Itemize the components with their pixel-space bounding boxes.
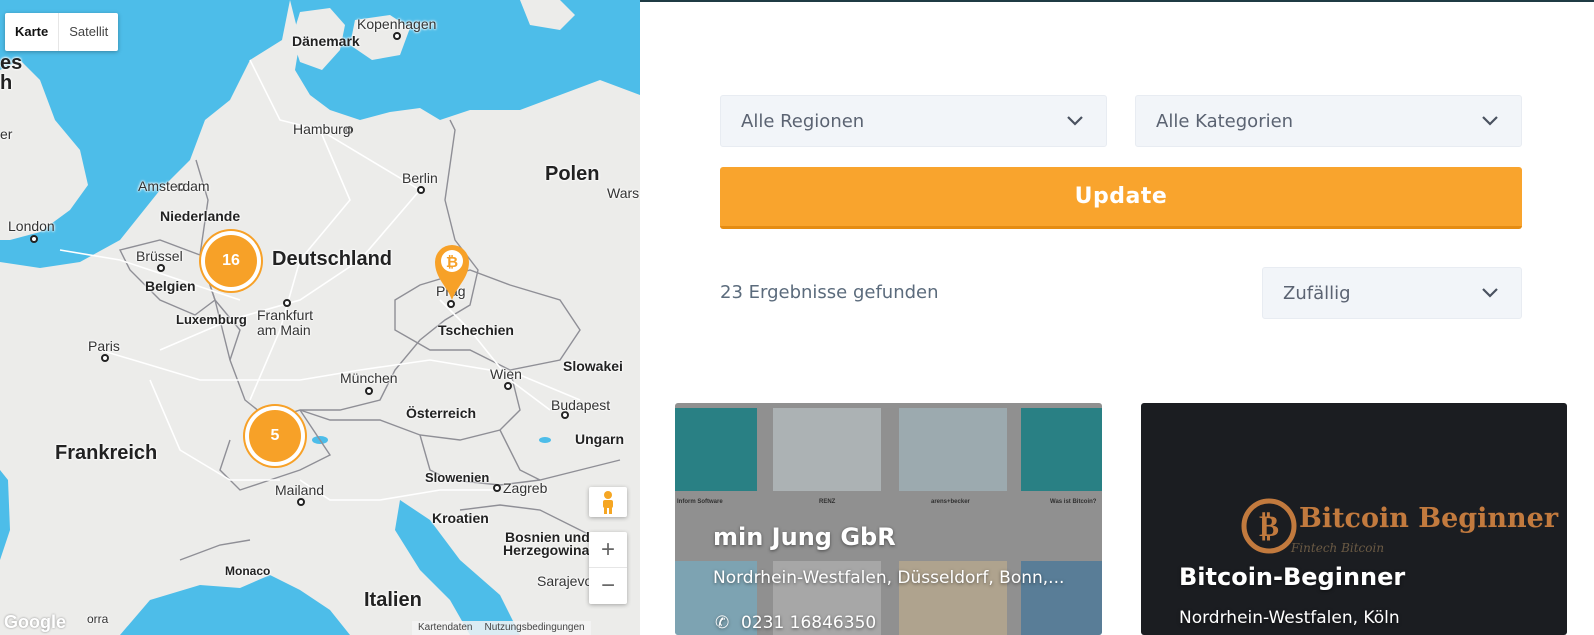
city-dot	[417, 186, 425, 194]
chevron-down-icon	[1482, 116, 1498, 126]
map-label-frankreich: Frankreich	[55, 442, 158, 464]
map-label-sarajevo: Sarajevo	[537, 573, 593, 589]
map-label-deutschland: Deutschland	[272, 248, 393, 270]
google-logo: Google	[4, 612, 66, 632]
map-label-amsterdam: Amsterdam	[138, 178, 210, 194]
map-label-kopenhagen: Kopenhagen	[357, 16, 437, 32]
map-label-oesterreich: Österreich	[406, 405, 477, 421]
svg-text:₿: ₿	[1259, 509, 1279, 544]
zoom-in-button[interactable]: +	[589, 532, 627, 568]
map-label-zagreb: Zagreb	[503, 480, 548, 496]
map-data-link[interactable]: Kartendaten	[418, 621, 473, 635]
map-label-frankfurt: am Main	[257, 322, 311, 338]
top-divider	[640, 0, 1594, 2]
sort-select-value: Zufällig	[1283, 283, 1351, 304]
map-label-belgien: Belgien	[145, 278, 196, 294]
listing-location: Nordrhein-Westfalen, Köln	[1179, 608, 1400, 628]
map-label-budapest: Budapest	[551, 397, 611, 413]
results-count: 23 Ergebnisse gefunden	[720, 282, 939, 303]
map-label-niederlande: Niederlande	[160, 208, 241, 224]
bitcoin-pin-icon[interactable]: ₿	[433, 242, 471, 302]
city-dot	[297, 498, 305, 506]
brand-logo-text: Bitcoin Beginner	[1299, 503, 1559, 534]
region-select-value: Alle Regionen	[741, 111, 865, 132]
map-cluster-marker[interactable]: 16	[205, 235, 257, 287]
map-label-daenemark: Dänemark	[292, 33, 360, 49]
map-label-paris: Paris	[88, 338, 120, 354]
phone-icon: ✆	[715, 613, 730, 633]
update-button[interactable]: Update	[720, 167, 1522, 229]
map-label-bruessel: Brüssel	[136, 248, 183, 264]
city-dot	[365, 387, 373, 395]
listing-title[interactable]: Bitcoin-Beginner	[1179, 563, 1405, 591]
category-select-value: Alle Kategorien	[1156, 111, 1294, 132]
zoom-control: + −	[589, 532, 627, 604]
region-select[interactable]: Alle Regionen	[720, 95, 1107, 147]
map-label-monaco: Monaco	[225, 564, 271, 578]
map-label-mailand: Mailand	[275, 482, 325, 498]
map-label-luxemburg: Luxemburg	[176, 312, 247, 327]
city-dot	[393, 32, 401, 40]
map-label-tschechien: Tschechien	[438, 322, 514, 338]
listing-panel: Alle Regionen Alle Kategorien Update 23 …	[640, 0, 1594, 635]
map[interactable]: Karte Satellit es h er Dänemark Polen De…	[0, 0, 640, 635]
sort-select[interactable]: Zufällig	[1262, 267, 1522, 319]
listing-phone[interactable]: 0231 16846350	[741, 613, 876, 633]
city-dot	[30, 235, 38, 243]
brand-logo-subtext: Fintech Bitcoin	[1291, 541, 1385, 555]
map-type-satellit-button[interactable]: Satellit	[59, 13, 118, 51]
map-label-partial: orra	[87, 612, 109, 626]
listing-card[interactable]: ₿ Bitcoin Beginner Fintech Bitcoin Bitco…	[1141, 403, 1567, 635]
map-label-italien: Italien	[364, 589, 422, 611]
listing-location: Nordrhein-Westfalen, Düsseldorf, Bonn,..…	[713, 568, 1065, 588]
map-label-muenchen: München	[340, 370, 398, 386]
map-type-control: Karte Satellit	[5, 13, 119, 51]
map-label-wars: Wars	[607, 185, 640, 201]
zoom-out-button[interactable]: −	[589, 568, 627, 604]
map-label-ungarn: Ungarn	[575, 431, 624, 447]
map-type-karte-button[interactable]: Karte	[5, 13, 60, 51]
map-label-polen: Polen	[545, 163, 600, 185]
map-cluster-marker[interactable]: 5	[249, 410, 301, 462]
chevron-down-icon	[1067, 116, 1083, 126]
map-label-slowenien: Slowenien	[425, 470, 490, 485]
map-label-partial: er	[0, 126, 13, 142]
map-label-slowakei: Slowakei	[563, 358, 623, 374]
city-dot	[101, 354, 109, 362]
card-overlay	[675, 403, 1102, 635]
map-label-herzegowina: Herzegowina	[503, 542, 590, 558]
map-label-london: London	[8, 218, 55, 234]
city-dot	[493, 484, 501, 492]
svg-text:₿: ₿	[446, 253, 458, 271]
map-label-partial: h	[0, 72, 13, 94]
map-label-frankfurt: Frankfurt	[257, 307, 314, 323]
city-dot	[157, 264, 165, 272]
city-dot	[504, 382, 512, 390]
map-label-kroatien: Kroatien	[432, 510, 489, 526]
chevron-down-icon	[1482, 288, 1498, 298]
listing-title[interactable]: min Jung GbR	[713, 523, 896, 551]
city-dot	[283, 299, 291, 307]
listing-card[interactable]: Inform Software RENZ arens+becker Was is…	[675, 403, 1102, 635]
map-footer: Kartendaten Nutzungsbedingungen	[412, 621, 591, 635]
map-label-hamburg: Hamburg	[293, 121, 351, 137]
map-label-berlin: Berlin	[402, 170, 438, 186]
map-label-wien: Wien	[490, 366, 522, 382]
street-view-pegman-icon[interactable]	[589, 487, 627, 517]
bitcoin-logo-icon: ₿	[1241, 498, 1297, 554]
terms-link[interactable]: Nutzungsbedingungen	[485, 621, 585, 635]
category-select[interactable]: Alle Kategorien	[1135, 95, 1522, 147]
